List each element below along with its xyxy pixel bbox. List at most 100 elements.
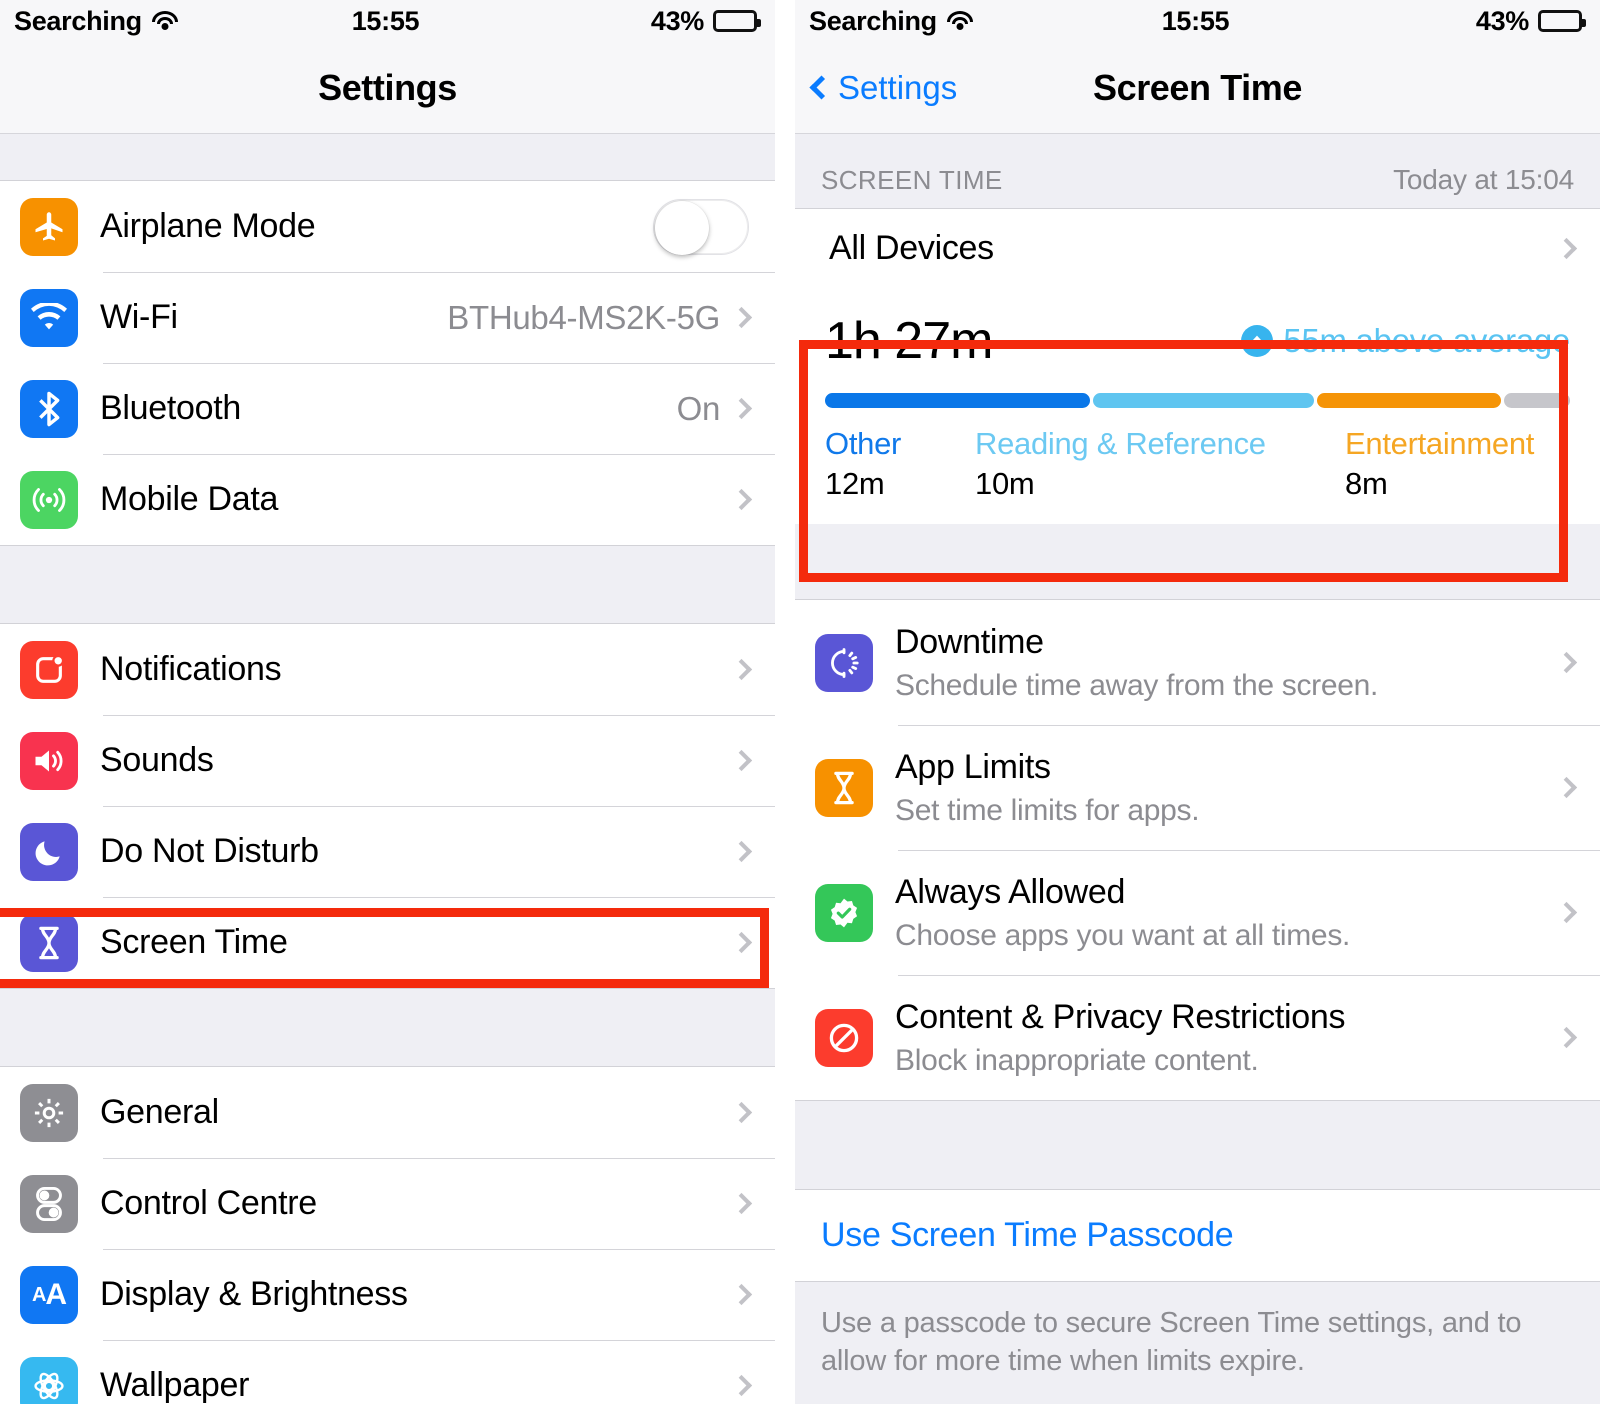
menu-item-title: Content & Privacy Restrictions <box>895 997 1346 1036</box>
sidebar-item-label: Wallpaper <box>100 1366 250 1404</box>
legend-label: Other <box>825 426 902 461</box>
settings-list[interactable]: Airplane Mode Wi-Fi BTHub4-MS2K-5G Bluet <box>0 134 775 1404</box>
wifi-icon <box>946 11 973 31</box>
group-spacer <box>0 989 775 1066</box>
wifi-network-value: BTHub4-MS2K-5G <box>447 298 720 336</box>
bluetooth-state-value: On <box>676 389 721 427</box>
airplane-mode-toggle[interactable] <box>653 198 749 255</box>
dual-phone-screenshot: Searching 15:55 43% Settings Airplane Mo… <box>0 0 1600 1404</box>
sidebar-item-label: Bluetooth <box>100 389 241 427</box>
menu-item-title: App Limits <box>895 747 1051 786</box>
legend-item-other: Other 12m <box>825 426 975 502</box>
page-title: Settings <box>318 66 457 108</box>
sidebar-item-control-centre[interactable]: Control Centre <box>0 1158 775 1249</box>
chevron-right-icon <box>1555 1026 1578 1049</box>
usage-segmented-bar <box>825 393 1570 408</box>
menu-item-subtitle: Set time limits for apps. <box>895 793 1200 827</box>
settings-nav-bar: Settings <box>0 42 775 134</box>
sidebar-item-display-brightness[interactable]: AA Display & Brightness <box>0 1249 775 1340</box>
sidebar-item-general[interactable]: General <box>0 1067 775 1158</box>
sidebar-item-sounds[interactable]: Sounds <box>0 715 775 806</box>
carrier-label: Searching <box>14 5 142 36</box>
sidebar-item-airplane-mode[interactable]: Airplane Mode <box>0 181 775 272</box>
menu-item-title: Downtime <box>895 622 1044 661</box>
downtime-icon <box>815 633 873 692</box>
arrow-up-circle-icon <box>1241 325 1274 357</box>
screen-time-screen: Searching 15:55 43% Settings Screen Time… <box>795 0 1600 1404</box>
chevron-right-icon <box>730 306 753 329</box>
legend-item-entertainment: Entertainment 8m <box>1345 426 1534 502</box>
chevron-right-icon <box>1555 651 1578 674</box>
group-spacer <box>795 1101 1600 1189</box>
wifi-icon <box>151 11 178 31</box>
usage-summary-card[interactable]: 1h 27m 55m above average Other 12m Readi… <box>795 287 1600 524</box>
battery-percent-label: 43% <box>1475 5 1529 36</box>
legend-item-reading-reference: Reading & Reference 10m <box>975 426 1345 502</box>
sidebar-item-label: Do Not Disturb <box>100 832 319 870</box>
status-bar-left-cluster: Searching <box>14 6 352 37</box>
status-bar-right: Searching 15:55 43% <box>795 0 1600 42</box>
sidebar-item-notifications[interactable]: Notifications <box>0 624 775 715</box>
status-bar-right-cluster: 43% <box>419 6 761 37</box>
check-badge-icon <box>815 883 873 942</box>
use-screen-time-passcode-link[interactable]: Use Screen Time Passcode <box>795 1189 1600 1282</box>
group-spacer <box>795 524 1600 599</box>
moon-icon <box>20 822 78 881</box>
usage-legend: Other 12m Reading & Reference 10m Entert… <box>825 426 1570 502</box>
menu-item-app-limits[interactable]: App Limits Set time limits for apps. <box>795 725 1600 850</box>
chevron-right-icon <box>730 1192 753 1215</box>
sidebar-item-mobile-data[interactable]: Mobile Data <box>0 454 775 545</box>
carrier-label: Searching <box>809 5 937 36</box>
usage-summary-group: All Devices 1h 27m 55m above average Oth… <box>795 208 1600 524</box>
hourglass-icon <box>20 913 78 972</box>
menu-item-downtime[interactable]: Downtime Schedule time away from the scr… <box>795 600 1600 725</box>
sidebar-item-bluetooth[interactable]: Bluetooth On <box>0 363 775 454</box>
settings-group-alerts: Notifications Sounds Do Not Disturb Scre… <box>0 623 775 989</box>
sidebar-item-label: Control Centre <box>100 1184 317 1222</box>
control-centre-icon <box>20 1174 78 1233</box>
menu-item-always-allowed[interactable]: Always Allowed Choose apps you want at a… <box>795 850 1600 975</box>
sidebar-item-screen-time[interactable]: Screen Time <box>0 897 775 988</box>
sidebar-item-label: General <box>100 1093 219 1131</box>
status-bar-right-cluster: 43% <box>1229 5 1586 37</box>
status-bar-clock: 15:55 <box>1161 5 1230 36</box>
menu-item-content-privacy-restrictions[interactable]: Content & Privacy Restrictions Block ina… <box>795 975 1600 1100</box>
legend-value: 10m <box>975 466 1035 501</box>
status-bar-left: Searching 15:55 43% <box>0 0 775 42</box>
back-button[interactable]: Settings <box>795 69 957 107</box>
chevron-right-icon <box>730 1283 753 1306</box>
chevron-right-icon <box>730 397 753 420</box>
bluetooth-icon <box>20 379 78 438</box>
screen-time-list[interactable]: SCREEN TIME Today at 15:04 All Devices 1… <box>795 134 1600 1404</box>
sounds-icon <box>20 731 78 790</box>
menu-item-subtitle: Schedule time away from the screen. <box>895 668 1379 702</box>
all-devices-label: All Devices <box>829 228 994 267</box>
legend-value: 8m <box>1345 466 1388 501</box>
all-devices-row[interactable]: All Devices <box>795 209 1600 287</box>
legend-label: Reading & Reference <box>975 426 1266 461</box>
sidebar-item-wifi[interactable]: Wi-Fi BTHub4-MS2K-5G <box>0 272 775 363</box>
section-header-label: SCREEN TIME <box>821 165 1003 195</box>
sidebar-item-wallpaper[interactable]: Wallpaper <box>0 1340 775 1404</box>
status-bar-clock: 15:55 <box>351 5 420 36</box>
chevron-right-icon <box>730 1374 753 1397</box>
settings-screen: Searching 15:55 43% Settings Airplane Mo… <box>0 0 775 1404</box>
legend-value: 12m <box>825 466 885 501</box>
chevron-right-icon <box>1555 901 1578 924</box>
airplane-icon <box>20 197 78 256</box>
chevron-right-icon <box>730 1101 753 1124</box>
screen-time-options-group: Downtime Schedule time away from the scr… <box>795 599 1600 1101</box>
battery-icon <box>713 10 761 32</box>
menu-item-subtitle: Choose apps you want at all times. <box>895 918 1351 952</box>
menu-item-subtitle: Block inappropriate content. <box>895 1043 1259 1077</box>
settings-group-system: General Control Centre AA Display & Brig… <box>0 1066 775 1404</box>
screen-time-nav-bar: Settings Screen Time <box>795 42 1600 134</box>
menu-item-text: Always Allowed Choose apps you want at a… <box>895 873 1559 953</box>
wifi-icon <box>20 288 78 347</box>
sidebar-item-do-not-disturb[interactable]: Do Not Disturb <box>0 806 775 897</box>
battery-icon <box>1538 10 1586 32</box>
status-bar-left-cluster: Searching <box>809 6 1162 37</box>
list-top-spacer <box>0 134 775 180</box>
usage-bar-segment-unlabelled <box>1503 393 1570 408</box>
sidebar-item-label: Notifications <box>100 650 282 688</box>
